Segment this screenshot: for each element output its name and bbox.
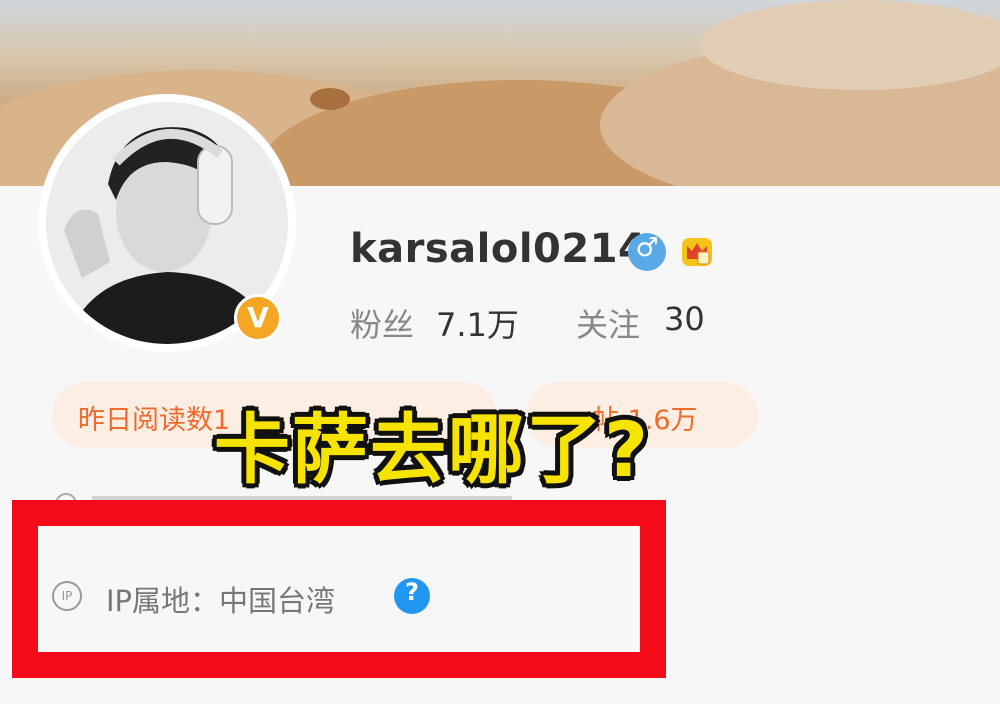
fans-count[interactable]: 7.1万 [436,300,519,346]
crown-icon[interactable] [678,232,716,270]
fans-label[interactable]: 粉丝 [350,300,414,346]
ip-icon: IP [52,581,82,611]
yesterday-reads-text: 昨日阅读数1 [78,405,231,436]
help-icon[interactable]: ? [394,578,430,614]
username: karsalol0214 [350,226,647,272]
male-icon: ♂ [628,233,666,271]
follow-label[interactable]: 关注 [576,300,640,346]
overlay-caption: 卡萨去哪了? [214,405,651,494]
verified-badge-icon: V [234,294,282,342]
ip-location-text: IP属地：中国台湾 [106,584,336,618]
follow-count[interactable]: 30 [664,300,705,338]
